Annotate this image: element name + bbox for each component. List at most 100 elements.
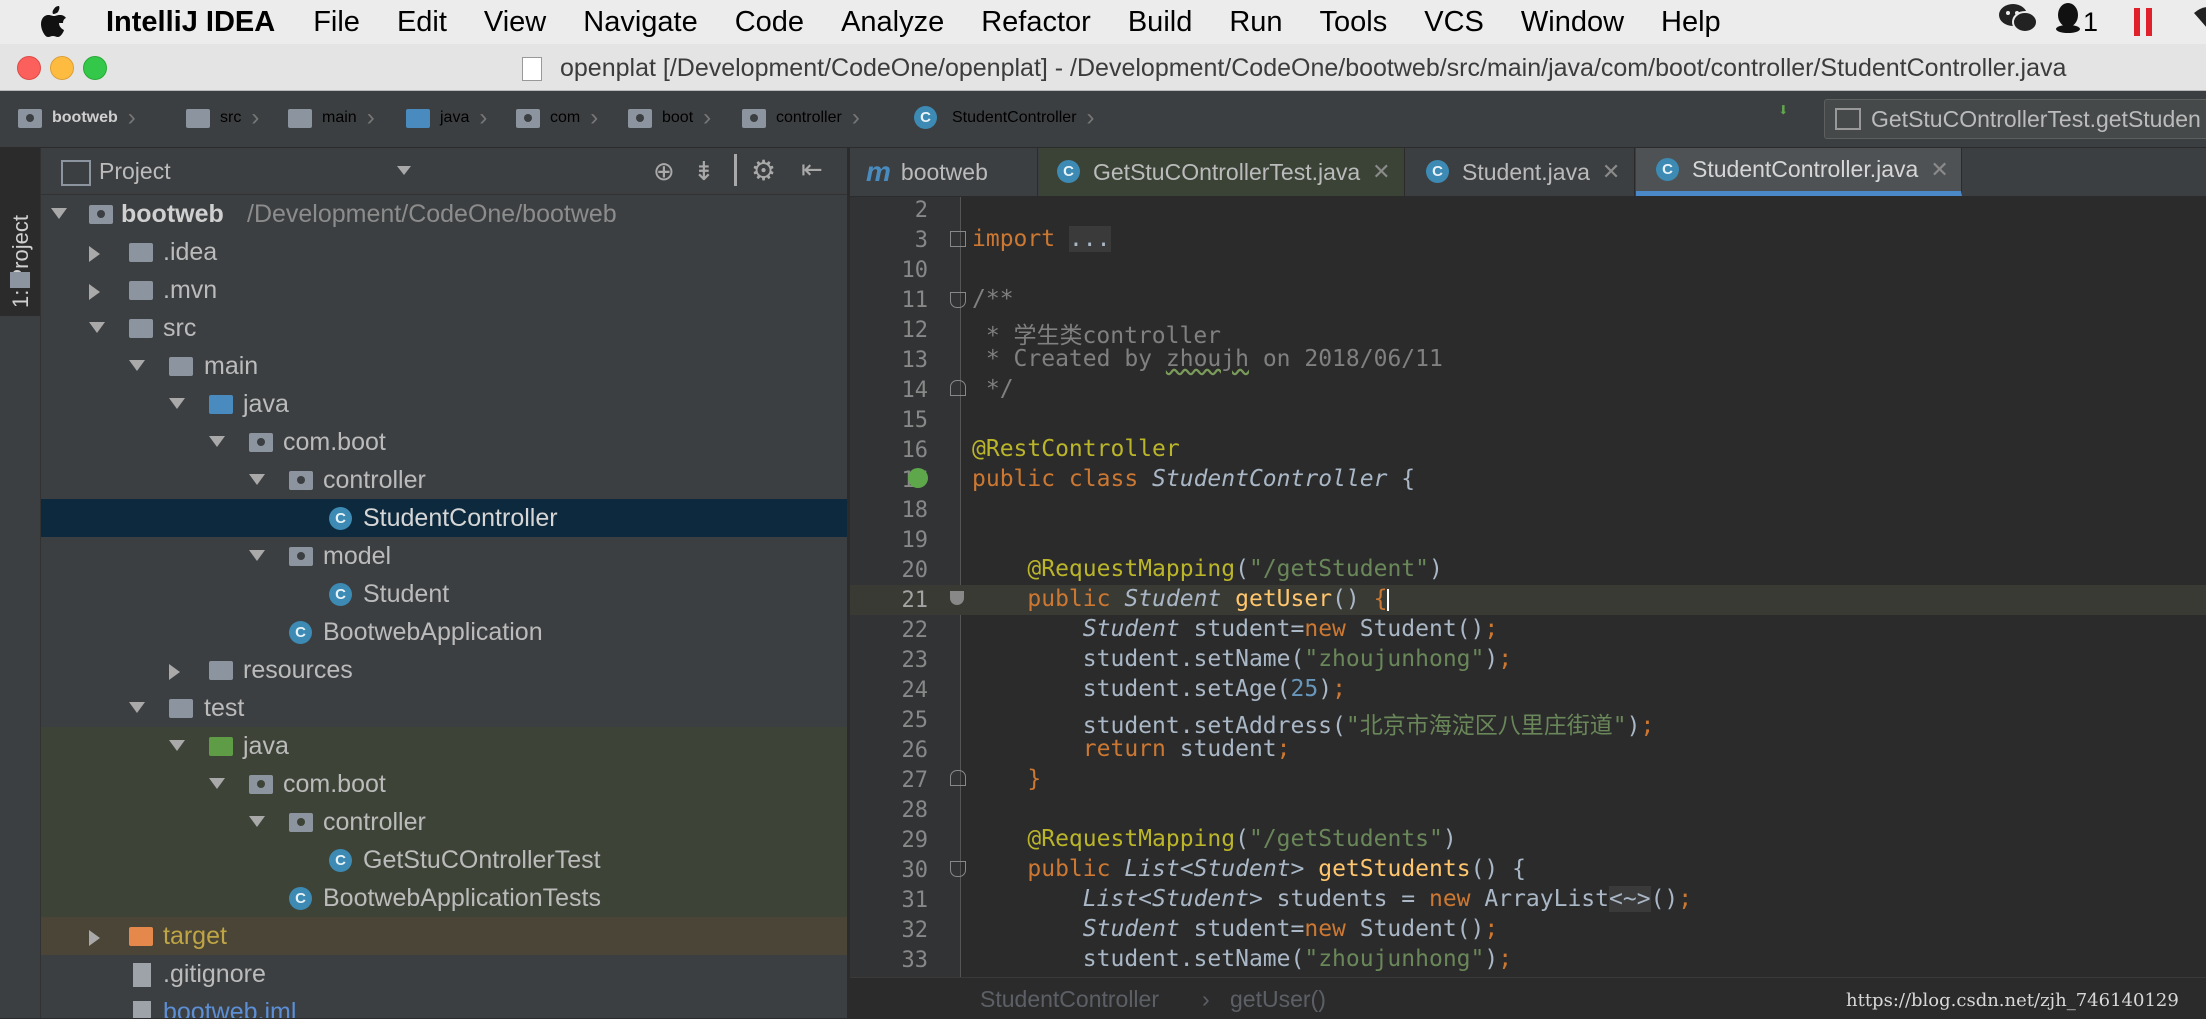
tree-item-com-boot[interactable]: com.boot [41,423,847,461]
pause-icon[interactable] [2134,8,2152,36]
code-line-comment-start[interactable]: /** [972,286,1014,312]
crumb-bootweb[interactable]: bootweb › [18,101,136,135]
fold-marker-icon[interactable] [950,591,964,605]
crumb-src[interactable]: src › [186,101,259,135]
tree-item-controller[interactable]: controller [41,461,847,499]
tab-getstucontrollertest[interactable]: C GetStuCOntrollerTest.java ✕ [1039,148,1405,196]
menu-view[interactable]: View [484,6,546,39]
code-line-getstudents-decl[interactable]: public List<Student> getStudents() { [972,856,1526,882]
hide-panel-icon[interactable]: ⇤ [801,154,823,185]
code-line-setname[interactable]: student.setName("zhoujunhong"); [972,646,1512,672]
tree-item-model[interactable]: model [41,537,847,575]
tree-item-test-com-boot[interactable]: com.boot [41,765,847,803]
expanded-arrow-icon[interactable] [169,740,185,751]
expanded-arrow-icon[interactable] [249,816,265,827]
view-dropdown-arrow-icon[interactable] [397,166,411,175]
code-line-annotation-restcontroller[interactable]: @RestController [972,436,1180,462]
menu-refactor[interactable]: Refactor [981,6,1091,39]
expanded-arrow-icon[interactable] [89,322,105,333]
menu-edit[interactable]: Edit [397,6,447,39]
collapsed-arrow-icon[interactable] [169,664,180,680]
fold-marker-icon[interactable] [950,380,966,396]
fold-marker-icon[interactable] [950,770,966,786]
code-line-comment-author[interactable]: * Created by zhoujh on 2018/06/11 [972,346,1443,372]
fold-marker-icon[interactable] [950,231,966,247]
menu-navigate[interactable]: Navigate [583,6,697,39]
tree-item-resources[interactable]: resources [41,651,847,689]
fold-marker-icon[interactable] [950,292,966,308]
expanded-arrow-icon[interactable] [129,702,145,713]
tab-studentcontroller-active[interactable]: C StudentController.java ✕ [1636,148,1962,196]
menu-vcs[interactable]: VCS [1424,6,1484,39]
spring-bean-gutter-icon[interactable] [908,468,928,488]
expanded-arrow-icon[interactable] [51,208,67,219]
tree-item-target[interactable]: target [41,917,847,955]
tree-item-idea[interactable]: .idea [41,233,847,271]
tree-item-src[interactable]: src [41,309,847,347]
code-line-getuser-decl[interactable]: public Student getUser() { [972,586,1390,612]
tree-item-gitignore[interactable]: .gitignore [41,955,847,993]
gear-icon[interactable]: ⚙ [751,154,776,187]
footer-crumb-class[interactable]: StudentController [980,986,1159,1013]
expanded-arrow-icon[interactable] [129,360,145,371]
tree-item-test-java[interactable]: java [41,727,847,765]
close-window-button[interactable] [17,56,41,80]
wechat-icon[interactable] [1997,2,2039,42]
tree-item-bootwebapplicationtests[interactable]: C BootwebApplicationTests [41,879,847,917]
crumb-com[interactable]: com › [516,101,598,135]
code-line-comment-body[interactable]: * 学生类controller [972,316,1221,350]
tree-item-main[interactable]: main [41,347,847,385]
project-panel-title[interactable]: Project [99,158,171,185]
menu-tools[interactable]: Tools [1320,6,1388,39]
tree-item-test[interactable]: test [41,689,847,727]
apple-icon[interactable] [40,6,70,37]
code-line-new-list[interactable]: List<Student> students = new ArrayList<~… [972,886,1692,912]
collapsed-arrow-icon[interactable] [89,246,100,262]
code-line-class-decl[interactable]: public class StudentController { [972,466,1415,492]
collapsed-arrow-icon[interactable] [89,284,100,300]
crumb-studentcontroller[interactable]: C StudentController › [914,101,1095,135]
code-line-import[interactable]: import ... [972,226,1111,252]
expanded-arrow-icon[interactable] [209,778,225,789]
tree-item-bootweb-iml[interactable]: bootweb.iml [41,993,847,1018]
close-tab-icon[interactable]: ✕ [1602,159,1620,185]
tree-item-java[interactable]: java [41,385,847,423]
code-line-new-student-2[interactable]: Student student=new Student(); [972,916,1498,942]
wifi-icon[interactable] [2192,5,2206,39]
code-line-new-student[interactable]: Student student=new Student(); [972,616,1498,642]
close-tab-icon[interactable]: ✕ [1930,157,1948,183]
code-line-setaddress[interactable]: student.setAddress("北京市海淀区八里庄街道"); [972,706,1655,740]
code-line-mapping-getstudents[interactable]: @RequestMapping("/getStudents") [972,826,1456,852]
tree-item-student[interactable]: C Student [41,575,847,613]
tree-item-studentcontroller-selected[interactable]: C StudentController [41,499,847,537]
collapse-all-icon[interactable]: ⇟ [693,156,715,187]
menu-code[interactable]: Code [735,6,804,39]
expanded-arrow-icon[interactable] [169,398,185,409]
crumb-boot[interactable]: boot › [628,101,711,135]
expanded-arrow-icon[interactable] [249,550,265,561]
binary-run-icon[interactable]: ⬇ [1778,102,1789,120]
menu-file[interactable]: File [313,6,360,39]
crumb-main[interactable]: main › [288,101,375,135]
qq-icon[interactable] [2055,2,2081,42]
code-line-return[interactable]: return student; [972,736,1291,762]
menu-analyze[interactable]: Analyze [841,6,944,39]
tree-item-getstucontrollertest[interactable]: C GetStuCOntrollerTest [41,841,847,879]
zoom-window-button[interactable] [83,56,107,80]
tree-item-bootwebapplication[interactable]: C BootwebApplication [41,613,847,651]
tab-bootweb[interactable]: m bootweb [850,148,1038,196]
code-line-close-brace[interactable]: } [972,766,1041,792]
run-configuration-selector[interactable]: GetStuCOntrollerTest.getStuden [1824,99,2206,139]
menu-build[interactable]: Build [1128,6,1193,39]
menu-help[interactable]: Help [1661,6,1721,39]
crumb-java[interactable]: java › [406,101,487,135]
tree-item-mvn[interactable]: .mvn [41,271,847,309]
expanded-arrow-icon[interactable] [209,436,225,447]
footer-crumb-method[interactable]: getUser() [1230,986,1326,1013]
app-name-menu[interactable]: IntelliJ IDEA [106,6,275,39]
fold-marker-icon[interactable] [950,861,966,877]
tree-item-test-controller[interactable]: controller [41,803,847,841]
menu-window[interactable]: Window [1521,6,1624,39]
tree-item-bootweb[interactable]: bootweb /Development/CodeOne/bootweb [41,195,847,233]
tool-tab-project[interactable]: 1: Project [0,148,40,316]
